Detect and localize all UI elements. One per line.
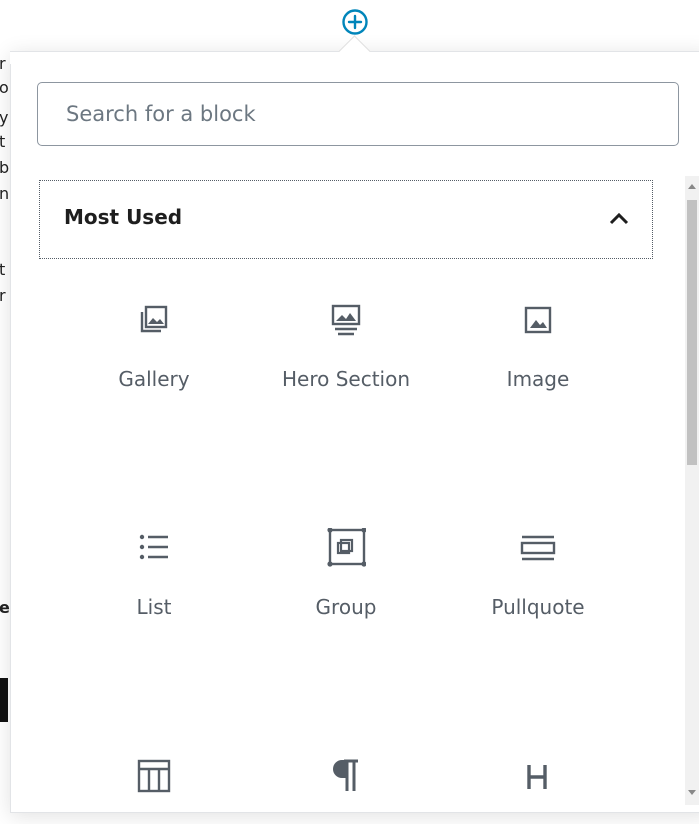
section-title: Most Used: [64, 205, 183, 229]
block-label: List: [136, 595, 172, 619]
block-item-gallery[interactable]: Gallery: [59, 300, 249, 391]
bg-text-fragment: n: [0, 184, 10, 203]
group-icon: [327, 528, 366, 567]
most-used-panel-toggle[interactable]: Most Used: [39, 180, 653, 259]
background-image-block: [0, 678, 8, 722]
gallery-icon: [140, 305, 168, 333]
bg-text-fragment: b: [0, 158, 10, 177]
heading-icon: [527, 765, 547, 789]
bg-text-fragment: r: [0, 286, 6, 305]
block-label: Image: [506, 367, 570, 391]
image-icon: [524, 306, 552, 334]
block-item-table[interactable]: [59, 757, 249, 824]
paragraph-icon: [333, 759, 358, 791]
block-search-field: [37, 82, 679, 146]
block-label: Hero Section: [281, 367, 411, 391]
block-item-pullquote[interactable]: Pullquote: [443, 528, 633, 619]
block-search-input[interactable]: [38, 83, 678, 145]
bg-text-fragment: e: [0, 598, 10, 617]
bg-text-fragment: o: [0, 78, 9, 97]
block-item-group[interactable]: Group: [251, 528, 441, 619]
bg-text-fragment: r: [0, 54, 6, 73]
block-label: Group: [315, 595, 377, 619]
pullquote-icon: [520, 535, 556, 561]
block-item-image[interactable]: Image: [443, 300, 633, 391]
chevron-up-icon: [609, 212, 629, 225]
scrollbar-thumb[interactable]: [687, 200, 697, 465]
block-label: Pullquote: [491, 595, 585, 619]
block-item-heading[interactable]: [443, 757, 633, 824]
scroll-up-arrow[interactable]: [688, 184, 696, 189]
block-item-list[interactable]: List: [59, 528, 249, 619]
plus-circle-icon: [342, 9, 368, 35]
block-item-hero-section[interactable]: Hero Section: [251, 300, 441, 391]
popover-arrow-mask: [10, 52, 699, 64]
table-icon: [137, 759, 171, 793]
block-inserter-popover: [10, 51, 699, 813]
inserter-toggle-button[interactable]: [341, 8, 369, 36]
background-editor-content: r o y t b n t r e: [0, 0, 10, 805]
hero-section-icon: [331, 304, 361, 336]
scroll-down-arrow[interactable]: [688, 790, 696, 795]
block-item-paragraph[interactable]: [251, 757, 441, 824]
block-label: Gallery: [118, 367, 190, 391]
bg-text-fragment: t: [0, 260, 6, 279]
bg-text-fragment: t: [0, 132, 6, 151]
list-icon: [139, 534, 168, 560]
bg-text-fragment: y: [0, 108, 9, 127]
